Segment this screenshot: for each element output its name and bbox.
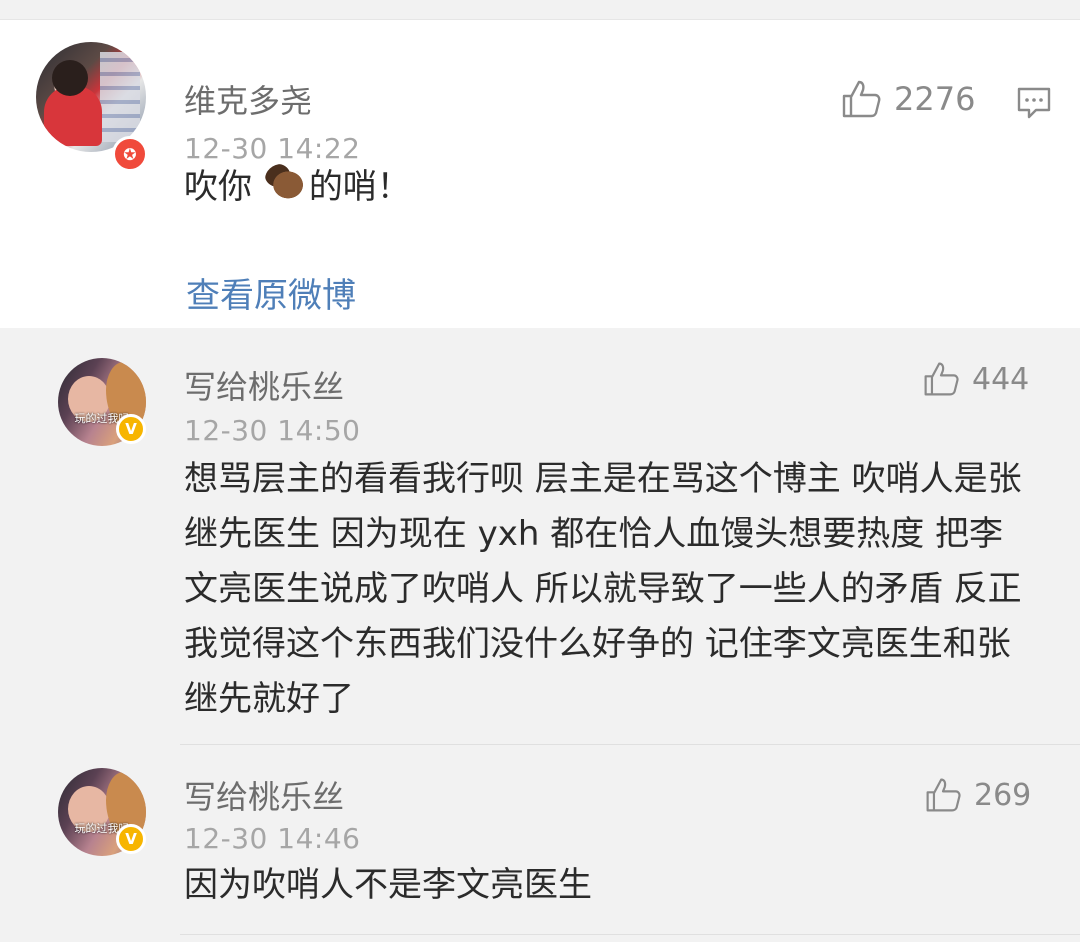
like-button[interactable]: 444 <box>922 360 1029 398</box>
divider <box>180 934 1080 935</box>
like-count: 444 <box>972 361 1030 397</box>
reply-text: 因为吹哨人不是李文亮医生 <box>184 865 592 905</box>
username[interactable]: 写给桃乐丝 <box>184 362 344 408</box>
like-count: 2276 <box>894 80 976 118</box>
verified-badge-icon: V <box>116 414 146 444</box>
comment-text-before: 吹你 <box>184 167 263 207</box>
top-spacer <box>0 0 1080 20</box>
avatar-head <box>52 60 88 96</box>
thumbs-up-icon <box>924 362 959 396</box>
like-count: 269 <box>974 777 1032 813</box>
divider <box>180 744 1080 745</box>
verified-badge-icon: V <box>116 824 146 854</box>
star-badge-icon: ✪ <box>112 136 148 172</box>
view-original-link[interactable]: 查看原微博 <box>186 268 356 317</box>
timestamp: 12-30 14:50 <box>184 414 361 447</box>
comment-icon[interactable] <box>1016 86 1052 120</box>
thumbs-up-icon <box>842 80 881 118</box>
like-button[interactable]: 2276 <box>840 78 975 120</box>
comment-text-after: 的哨！ <box>308 167 411 207</box>
timestamp: 12-30 14:46 <box>184 822 361 855</box>
username[interactable]: 维克多尧 <box>184 76 312 122</box>
comment-text: 吹你 的哨！ <box>184 160 411 215</box>
thumbs-up-icon <box>926 778 961 812</box>
horse-emoji-icon <box>264 164 307 202</box>
reply-text: 想骂层主的看看我行呗 层主是在骂这个博主 吹哨人是张继先医生 因为现在 yxh … <box>184 459 1022 719</box>
like-button[interactable]: 269 <box>924 776 1031 814</box>
main-comment: ✪ 维克多尧 12-30 14:22 吹你 的哨！ 查看原微博 2276 <box>0 20 1080 328</box>
avatar-background <box>100 52 140 142</box>
username[interactable]: 写给桃乐丝 <box>184 772 344 818</box>
reply-list: 玩的过我吗 V 写给桃乐丝 12-30 14:50 444 想骂层主的看看我行呗… <box>0 328 1080 942</box>
